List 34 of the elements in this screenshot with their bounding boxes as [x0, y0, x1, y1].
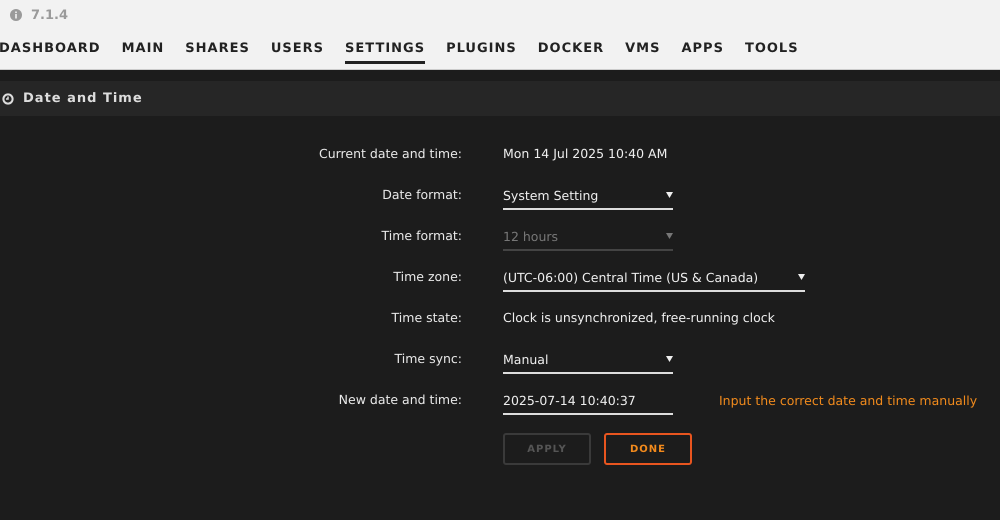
nav-tab[interactable]: PLUGINS [446, 41, 517, 64]
section-title: Date and Time [23, 91, 143, 106]
nav-tab[interactable]: APPS [681, 41, 724, 64]
dropdown[interactable]: (UTC-06:00) Central Time (US & Canada) [503, 267, 806, 292]
nav-tab[interactable]: USERS [270, 41, 324, 64]
nav-tab[interactable]: SETTINGS [345, 41, 426, 64]
field-label: Current date and time: [318, 145, 462, 161]
field-label: New date and time: [338, 391, 462, 407]
caret-icon [666, 192, 673, 198]
nav-tab[interactable]: TOOLS [744, 41, 799, 64]
dropdown[interactable]: Manual [503, 349, 673, 374]
input-field[interactable]: 2025-07-14 10:40:37 [503, 390, 673, 415]
caret-icon [798, 274, 806, 280]
field-value: Clock is unsynchronized, free-running clock [503, 309, 775, 325]
field-label: Time zone: [392, 268, 462, 284]
nav-tab[interactable]: DASHBOARD [0, 41, 101, 64]
nav-tab[interactable]: SHARES [185, 41, 250, 64]
caret-icon [666, 233, 673, 239]
dropdown: 12 hours [503, 226, 673, 251]
field-value: Mon 14 Jul 2025 10:40 AM [503, 145, 668, 161]
action-button[interactable]: DONE [604, 433, 692, 465]
version-label: 7.1.4 [31, 8, 68, 22]
hint-text: Input the correct date and time manually [719, 392, 978, 408]
nav-tab[interactable]: MAIN [122, 41, 164, 64]
nav-tab[interactable]: VMS [625, 41, 660, 64]
info-icon [10, 9, 22, 21]
clock-icon [2, 92, 14, 104]
dropdown[interactable]: System Setting [503, 185, 673, 210]
nav-tab[interactable]: DOCKER [538, 41, 604, 64]
field-label: Time format: [380, 227, 462, 243]
caret-icon [666, 356, 673, 362]
field-label: Time sync: [394, 350, 462, 366]
field-label: Date format: [381, 186, 462, 202]
field-label: Time state: [390, 309, 462, 325]
